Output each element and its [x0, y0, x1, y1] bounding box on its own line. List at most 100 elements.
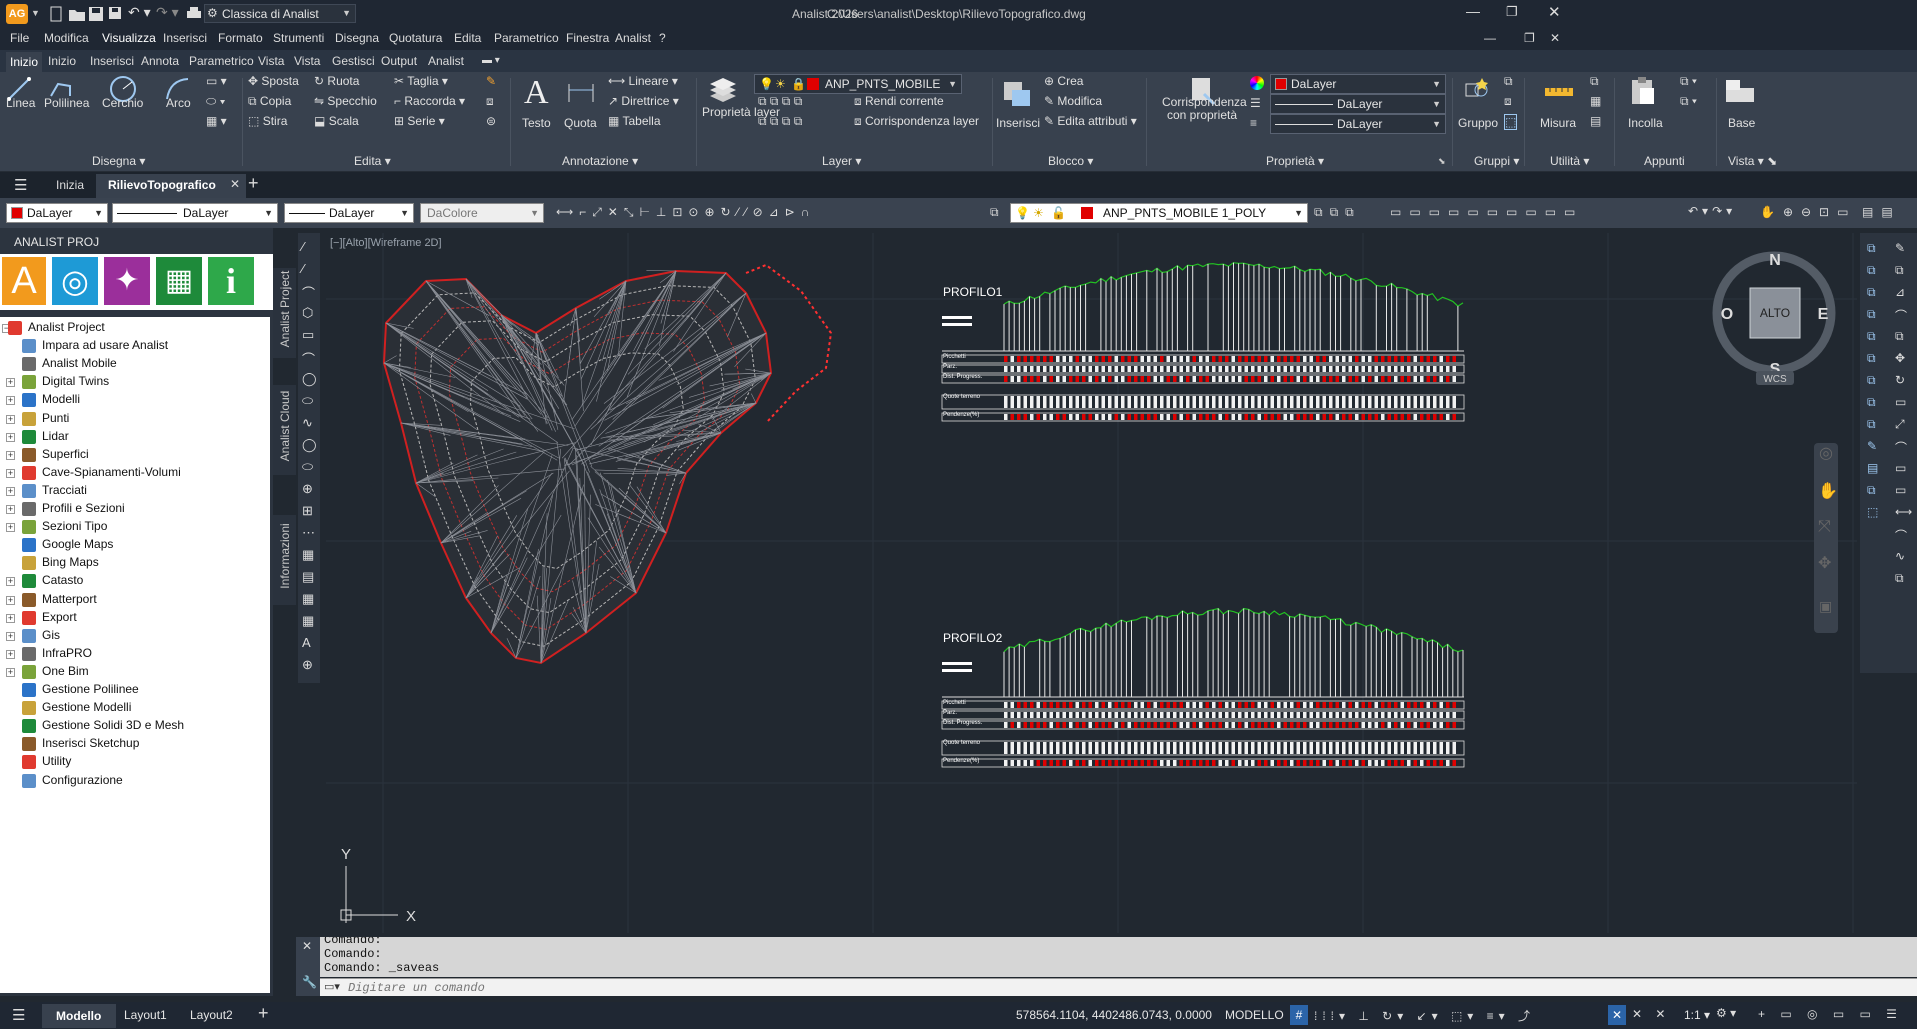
- tb-lineweight-combo[interactable]: DaLayer ▼: [284, 203, 414, 223]
- linea-label[interactable]: Linea: [6, 96, 35, 110]
- satellite-tile[interactable]: ✦: [104, 257, 150, 305]
- dimension-tool-icon[interactable]: [566, 80, 596, 104]
- copia-tool[interactable]: ⧉ Copia: [248, 94, 291, 109]
- draw-tool-icon[interactable]: ▤: [302, 569, 314, 585]
- tab-gestisci[interactable]: Gestisci: [332, 54, 375, 68]
- inserisci-label[interactable]: Inserisci: [996, 116, 1040, 130]
- draw-tool-icon[interactable]: ⬭: [302, 459, 313, 475]
- vtab-analist-project[interactable]: Analist Project: [273, 268, 296, 358]
- layouts-menu-icon[interactable]: ☰: [12, 1006, 25, 1024]
- expand-icon[interactable]: +: [6, 613, 15, 623]
- gruppo-label[interactable]: Gruppo: [1458, 116, 1498, 130]
- expand-icon[interactable]: +: [6, 505, 15, 514]
- edit-tool-icon[interactable]: ⧉: [1895, 329, 1904, 344]
- edit-tool-icon[interactable]: ▭: [1895, 461, 1906, 475]
- print-icon[interactable]: [186, 6, 202, 22]
- undo-redo-icons[interactable]: ↶▾↷▾: [1688, 204, 1736, 218]
- polilinea-label[interactable]: Polilinea: [44, 96, 89, 110]
- tree-root[interactable]: − Analist Project: [0, 319, 268, 337]
- tree-item[interactable]: + Cave-Spianamenti-Volumi: [0, 464, 268, 482]
- expand-icon[interactable]: +: [6, 396, 15, 406]
- edit-tool-icon[interactable]: ⌒: [1895, 307, 1907, 324]
- modify-tool-icon[interactable]: ⧉: [1867, 329, 1876, 344]
- tab-modello[interactable]: Modello: [42, 1004, 116, 1028]
- menu-help[interactable]: ?: [659, 31, 666, 45]
- save-icon[interactable]: [88, 6, 104, 22]
- tab-vista[interactable]: Vista: [258, 54, 284, 68]
- corrispondenza-proprieta-label[interactable]: Corrispondenza con proprietà: [1162, 96, 1247, 122]
- offset-icon[interactable]: ⊜: [486, 114, 496, 128]
- status-more-icons[interactable]: + ▭ ◎ ▭ ▭ ☰: [1758, 1007, 1903, 1021]
- group-tool-icon[interactable]: [1462, 76, 1490, 104]
- tree-item[interactable]: Gestione Modelli: [0, 699, 268, 717]
- modify-tool-icon[interactable]: ⧉: [1867, 395, 1876, 410]
- modify-tool-icon[interactable]: ⧉: [1867, 263, 1876, 278]
- tree-item[interactable]: + Modelli: [0, 391, 268, 409]
- draw-tool-icon[interactable]: ⁄: [302, 239, 304, 254]
- id-point-icon[interactable]: ▤: [1590, 114, 1601, 128]
- tab-vista-2[interactable]: Vista: [294, 54, 320, 68]
- edit-tool-icon[interactable]: ⧉: [1895, 263, 1904, 278]
- vtab-analist-cloud[interactable]: Analist Cloud: [273, 385, 296, 475]
- tree-item[interactable]: + Tracciati: [0, 482, 268, 500]
- coordinates-readout[interactable]: 578564.1104, 4402486.0743, 0.0000: [1016, 1008, 1212, 1022]
- ribbon-toggle-icon[interactable]: ▬ ▾: [482, 55, 500, 66]
- expand-icon[interactable]: +: [6, 667, 15, 677]
- group-edit-icon[interactable]: ⧈: [1504, 94, 1512, 109]
- misc-tool-icons[interactable]: ▤▤: [1862, 205, 1901, 219]
- stira-tool[interactable]: ⬚ Stira: [248, 114, 287, 128]
- tab-rilievo[interactable]: RilievoTopografico ✕: [96, 174, 246, 198]
- draw-tool-icon[interactable]: ◯: [302, 371, 317, 387]
- edita-attributi-tool[interactable]: ✎ Edita attributi ▾: [1044, 114, 1137, 128]
- tree-item[interactable]: Configurazione: [0, 772, 268, 790]
- expand-icon[interactable]: +: [6, 414, 15, 424]
- maximize-icon[interactable]: ❐: [1506, 4, 1518, 20]
- map-tile[interactable]: ▦: [156, 257, 202, 305]
- edit-tool-icon[interactable]: ⌒: [1895, 527, 1907, 544]
- menu-quotatura[interactable]: Quotatura: [389, 31, 442, 45]
- annotation-tools-icons[interactable]: ✕ ✕: [1632, 1007, 1670, 1021]
- incolla-label[interactable]: Incolla: [1628, 116, 1663, 130]
- measure-tool-icon[interactable]: [1544, 84, 1574, 100]
- draw-tool-icon[interactable]: ▦: [302, 591, 314, 607]
- menu-strumenti[interactable]: Strumenti: [273, 31, 324, 45]
- lineweight-combo[interactable]: DaLayer ▼: [1270, 114, 1446, 134]
- tab-layout2[interactable]: Layout2: [190, 1008, 233, 1022]
- workspace-select[interactable]: ⚙ Classica di Analist ▼: [204, 4, 356, 23]
- annotation-icon[interactable]: ✕: [1608, 1005, 1626, 1025]
- tab-annota[interactable]: Annota: [141, 54, 179, 68]
- lineare-tool[interactable]: ⟷ Lineare ▾: [608, 74, 678, 88]
- copy-clip-icon[interactable]: ⧉ ▾: [1680, 94, 1697, 109]
- tree-item[interactable]: + Lidar: [0, 428, 268, 446]
- close-icon[interactable]: ✕: [1548, 3, 1561, 21]
- sposta-tool[interactable]: ✥ Sposta: [248, 74, 299, 88]
- modify-tool-icon[interactable]: ⧉: [1867, 351, 1876, 366]
- quickselect-icon[interactable]: ⧉: [1590, 74, 1599, 89]
- group-select-icon[interactable]: ⬚: [1504, 114, 1518, 130]
- modify-tool-icon[interactable]: ⧉: [1867, 285, 1876, 300]
- nav-wheel-icon[interactable]: ◎: [1819, 443, 1833, 463]
- file-tool-icons[interactable]: ▭▭▭▭▭▭▭▭▭▭: [1390, 205, 1583, 219]
- edit-tool-icon[interactable]: ✎: [1895, 241, 1905, 255]
- group-edita[interactable]: Edita ▾: [354, 154, 391, 168]
- table-draw-icon[interactable]: ▦ ▾: [206, 114, 227, 128]
- modify-tool-icon[interactable]: ⬚: [1867, 505, 1878, 519]
- tree-item[interactable]: + Punti: [0, 410, 268, 428]
- group-appunti[interactable]: Appunti: [1644, 154, 1685, 168]
- edit-tool-icon[interactable]: ⊿: [1895, 285, 1905, 299]
- modify-tool-icon[interactable]: ✎: [1867, 439, 1877, 453]
- tree-item[interactable]: + Sezioni Tipo: [0, 518, 268, 536]
- taglia-tool[interactable]: ✂ Taglia ▾: [394, 74, 448, 88]
- tree-item[interactable]: + One Bim: [0, 663, 268, 681]
- expand-icon[interactable]: +: [6, 432, 15, 442]
- osnap-icons[interactable]: ⟷⌐⤢✕⤡⊢⊥⊡⊙⊕↻⁄⁄⊘⊿⊳∩: [556, 205, 815, 220]
- tab-close-icon[interactable]: ✕: [230, 177, 240, 191]
- undo-icon[interactable]: ↶ ▾: [128, 4, 151, 21]
- drawing-canvas[interactable]: [−][Alto][Wireframe 2D] Y X ALTO N S E O…: [326, 233, 1857, 933]
- doc-restore-icon[interactable]: ❐: [1524, 31, 1535, 45]
- menu-inserisci[interactable]: Inserisci: [163, 31, 207, 45]
- draw-tool-icon[interactable]: ▦: [302, 547, 314, 563]
- rendi-corrente-tool[interactable]: ⧈ Rendi corrente: [854, 94, 944, 109]
- misura-label[interactable]: Misura: [1540, 116, 1576, 130]
- redo-icon[interactable]: ↷ ▾: [156, 4, 179, 21]
